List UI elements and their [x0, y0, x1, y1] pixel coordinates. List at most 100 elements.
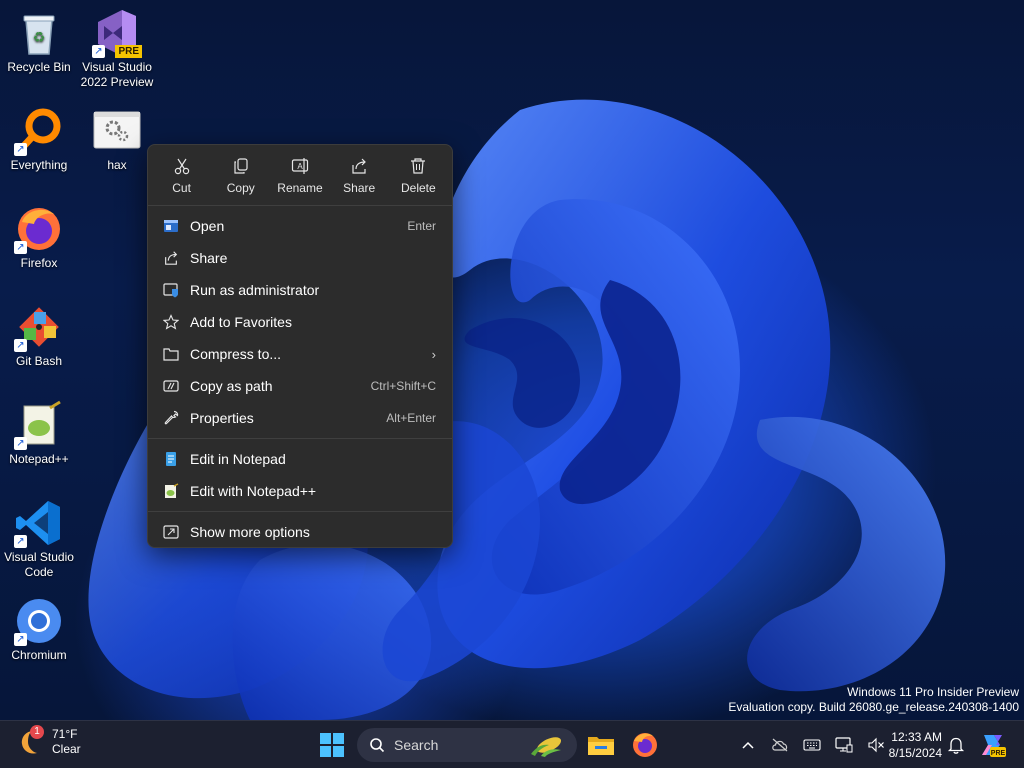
taskbar-clock[interactable]: 12:33 AM 8/15/2024 — [880, 729, 942, 761]
visual-studio-icon: PRE ↗ — [92, 8, 142, 58]
desktop-icon-label: Chromium — [11, 648, 67, 662]
delete-icon — [411, 158, 426, 174]
start-button[interactable] — [316, 729, 348, 761]
desktop-icon-git-bash[interactable]: ↗ Git Bash — [0, 302, 78, 369]
desktop-icon-recycle-bin[interactable]: ♻ Recycle Bin — [0, 8, 78, 75]
notifications-button[interactable] — [946, 735, 966, 755]
shortcut-arrow-icon: ↗ — [14, 339, 27, 352]
desktop-icon-chromium[interactable]: ↗ Chromium — [0, 596, 78, 663]
settings-file-icon — [92, 106, 142, 156]
desktop-icon-hax[interactable]: hax — [78, 106, 156, 173]
shortcut-arrow-icon: ↗ — [14, 241, 27, 254]
shortcut-arrow-icon: ↗ — [14, 633, 27, 646]
chromium-icon: ↗ — [14, 596, 64, 646]
file-explorer-button[interactable] — [585, 729, 617, 761]
weather-widget[interactable]: 1 71°F Clear — [16, 725, 81, 757]
weather-temp: 71°F — [52, 727, 78, 741]
taskbar-search[interactable]: Search — [357, 728, 577, 762]
menu-item-show-more-options[interactable]: Show more options — [148, 516, 452, 548]
desktop-icon-label: Visual Studio 2022 Preview — [80, 60, 154, 89]
rename-label: Rename — [277, 181, 323, 195]
desktop-icon-visual-studio[interactable]: PRE ↗ Visual Studio 2022 Preview — [78, 8, 156, 90]
vscode-icon: ↗ — [14, 498, 64, 548]
menu-item-label: Show more options — [190, 524, 310, 540]
search-icon — [370, 738, 385, 753]
cloud-offline-icon[interactable] — [769, 734, 791, 756]
recycle-bin-icon: ♻ — [14, 8, 64, 58]
copy-path-icon — [162, 377, 180, 395]
desktop-icon-vscode[interactable]: ↗ Visual Studio Code — [0, 498, 78, 580]
copy-button[interactable]: Copy — [212, 153, 270, 201]
share-button[interactable]: Share — [330, 153, 388, 201]
menu-item-label: Edit with Notepad++ — [190, 483, 317, 499]
cut-button[interactable]: Cut — [153, 153, 211, 201]
desktop-icon-label: Everything — [10, 158, 68, 172]
notepadpp-icon: ↗ — [14, 400, 64, 450]
shortcut-arrow-icon: ↗ — [92, 45, 105, 58]
notification-badge: 1 — [30, 725, 44, 739]
display-icon[interactable] — [833, 734, 855, 756]
start-icon — [320, 733, 344, 757]
search-label: Search — [394, 737, 439, 753]
shortcut-text: Ctrl+Shift+C — [370, 379, 436, 393]
delete-label: Delete — [401, 181, 436, 195]
desktop-icon-everything[interactable]: ↗ Everything — [0, 106, 78, 173]
menu-item-copy-path[interactable]: Copy as path Ctrl+Shift+C — [148, 370, 452, 402]
desktop-icon-label: Git Bash — [15, 354, 63, 368]
star-icon — [162, 313, 180, 331]
desktop-icon-label: Firefox — [20, 256, 58, 270]
desktop-icon-label: Recycle Bin — [7, 60, 71, 74]
weather-condition: Clear — [52, 742, 81, 756]
notepadpp-icon — [162, 482, 180, 500]
shortcut-text: Alt+Enter — [386, 411, 436, 425]
menu-item-label: Edit in Notepad — [190, 451, 286, 467]
clock-time: 12:33 AM — [891, 730, 942, 744]
desktop-icon-label: hax — [107, 158, 127, 172]
menu-item-label: Run as administrator — [190, 282, 320, 298]
copilot-button[interactable]: PRE — [978, 731, 1006, 759]
menu-item-compress[interactable]: Compress to... › — [148, 338, 452, 370]
desktop-icon-label: Visual Studio Code — [4, 550, 74, 579]
rename-icon: A — [291, 158, 309, 174]
firefox-taskbar-button[interactable] — [629, 729, 661, 761]
copilot-icon: PRE — [982, 735, 1006, 757]
menu-item-label: Properties — [190, 410, 254, 426]
moon-icon: 1 — [16, 725, 46, 757]
menu-separator — [148, 511, 452, 512]
menu-item-add-favorites[interactable]: Add to Favorites — [148, 306, 452, 338]
chevron-right-icon: › — [431, 346, 436, 362]
preview-badge: PRE — [115, 45, 142, 58]
shortcut-arrow-icon: ↗ — [14, 535, 27, 548]
menu-item-edit-notepadpp[interactable]: Edit with Notepad++ — [148, 475, 452, 507]
corn-highlight-icon — [531, 737, 562, 757]
menu-item-open[interactable]: Open Enter — [148, 210, 452, 242]
rename-button[interactable]: A Rename — [271, 153, 329, 201]
watermark-line-2: Evaluation copy. Build 26080.ge_release.… — [728, 700, 1019, 714]
build-watermark: Windows 11 Pro Insider Preview Evaluatio… — [728, 685, 1019, 715]
archive-icon — [162, 345, 180, 363]
notepad-icon — [162, 450, 180, 468]
copy-icon — [234, 158, 248, 174]
menu-item-properties[interactable]: Properties Alt+Enter — [148, 402, 452, 434]
shortcut-arrow-icon: ↗ — [14, 437, 27, 450]
system-tray — [732, 721, 892, 768]
menu-item-edit-notepad[interactable]: Edit in Notepad — [148, 443, 452, 475]
watermark-line-1: Windows 11 Pro Insider Preview — [847, 685, 1019, 699]
chevron-up-icon[interactable] — [737, 734, 759, 756]
shortcut-text: Enter — [407, 219, 436, 233]
desktop-icon-firefox[interactable]: ↗ Firefox — [0, 204, 78, 271]
share-icon — [352, 158, 367, 174]
open-icon — [162, 217, 180, 235]
menu-item-run-as-admin[interactable]: Run as administrator — [148, 274, 452, 306]
keyboard-icon[interactable] — [801, 734, 823, 756]
share-label: Share — [343, 181, 376, 195]
menu-item-label: Compress to... — [190, 346, 282, 362]
desktop-icon-notepadpp[interactable]: ↗ Notepad++ — [0, 400, 78, 467]
shortcut-arrow-icon: ↗ — [14, 143, 27, 156]
share-icon — [162, 249, 180, 267]
delete-button[interactable]: Delete — [389, 153, 447, 201]
cut-label: Cut — [172, 181, 191, 195]
wrench-icon — [162, 409, 180, 427]
menu-item-share[interactable]: Share — [148, 242, 452, 274]
git-bash-icon: ↗ — [14, 302, 64, 352]
